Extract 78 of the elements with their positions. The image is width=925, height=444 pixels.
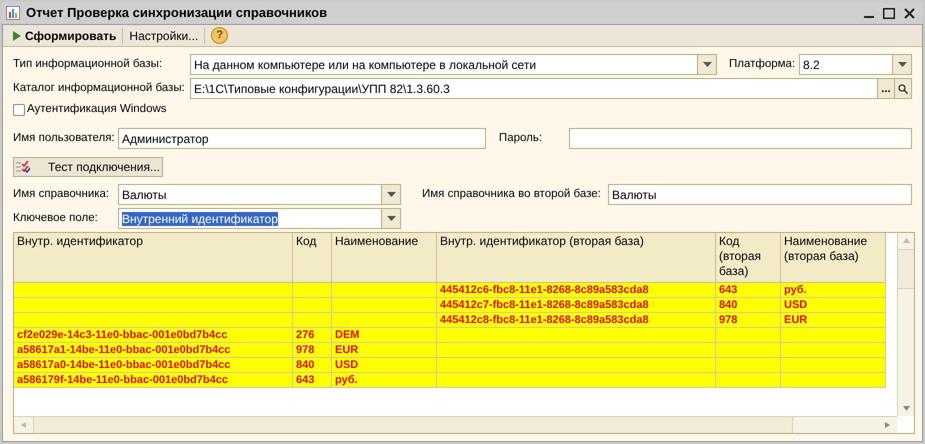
vertical-scrollbar[interactable] [897,233,914,416]
table-cell: USD [332,358,437,372]
table-cell: 445412c7-fbc8-11e1-8268-8c89a583cda8 [437,298,716,312]
settings-button[interactable]: Настройки... [127,26,200,44]
catalog-second-field[interactable]: Валюты [608,184,912,205]
table-cell: 643 [293,373,332,387]
table-cell: 445412c8-fbc8-11e1-8268-8c89a583cda8 [437,313,716,327]
scroll-thumb[interactable] [898,249,914,289]
table-cell: 978 [293,343,332,357]
field-value: Валюты [121,186,168,204]
dropdown-button[interactable] [381,185,400,204]
table-cell: 978 [716,313,781,327]
window-title: Отчет Проверка синхронизации справочников [26,4,328,22]
search-button[interactable] [894,79,911,98]
table-cell: 840 [293,358,332,372]
path-field[interactable]: E:\1C\Типовые конфигурации\УПП 82\1.3.60.3 ... [190,78,912,99]
table-cell: 643 [716,283,781,297]
column-header[interactable]: Внутр. идентификатор [14,233,293,282]
report-icon [6,6,20,20]
field-value: Внутренний идентификатор [121,210,279,228]
play-icon [13,30,21,40]
field-value: E:\1C\Типовые конфигурации\УПП 82\1.3.60.3 [193,80,451,98]
user-field[interactable]: Администратор [118,128,486,149]
field-label: Имя пользователя: [13,130,116,146]
scroll-thumb[interactable] [33,417,793,433]
table-cell: руб. [781,283,886,297]
table-cell: EUR [781,313,886,327]
field-value: На данном компьютере или на компьютере в локальной сети [193,56,538,74]
generate-button[interactable]: Сформировать [11,26,118,44]
password-field[interactable] [568,128,912,149]
catalog-dropdown[interactable]: Валюты [118,184,401,205]
platform-dropdown[interactable]: 8.2 [799,54,912,75]
minimize-icon [864,16,874,18]
column-header[interactable]: Наименование [332,233,437,282]
db-type-dropdown[interactable]: На данном компьютере или на компьютере в локальной сети [190,54,717,75]
table-cell: a586179f-14be-11e0-bbac-001e0bd7b4cc [14,373,293,387]
table-cell: DEM [332,328,437,342]
maximize-icon [883,8,895,18]
scroll-right-icon [885,422,890,428]
field-label: Пароль: [498,130,544,146]
field-value: 8.2 [802,56,821,74]
caret-icon [386,216,396,221]
dropdown-button[interactable] [892,55,911,74]
table-cell: 276 [293,328,332,342]
table-cell: 840 [716,298,781,312]
close-icon [904,8,914,18]
column-header[interactable]: Код [293,233,332,282]
table-cell: cf2e029e-14c3-11e0-bbac-001e0bd7b4cc [14,328,293,342]
dropdown-button[interactable] [697,55,716,74]
checkbox[interactable] [13,104,25,116]
field-label: Каталог информационной базы: [13,80,186,96]
test-connection-button[interactable]: Тест подключения... [13,157,163,177]
table-cell: EUR [332,343,437,357]
horizontal-scrollbar[interactable] [14,416,897,433]
field-label: Аутентификация Windows [27,102,167,118]
scroll-left-icon [21,422,26,428]
table-cell: USD [781,298,886,312]
field-label: Тип информационной базы: [13,56,164,72]
field-label: Имя справочника во второй базе: [422,186,602,202]
table-cell: a58617a1-14be-11e0-bbac-001e0bd7b4cc [14,343,293,357]
dropdown-button[interactable] [381,209,400,228]
column-header[interactable]: Код (вторая база) [716,233,781,282]
key-field-dropdown[interactable]: Внутренний идентификатор [118,208,401,229]
caret-icon [702,62,712,67]
checklist-icon [16,161,30,173]
caret-icon [386,192,396,197]
table-cell: a58617a0-14be-11e0-bbac-001e0bd7b4cc [14,358,293,372]
table-cell: руб. [332,373,437,387]
caret-icon [898,62,906,67]
column-header[interactable]: Наименование (вторая база) [781,233,886,282]
field-label: Ключевое поле: [13,210,99,226]
browse-button[interactable]: ... [877,79,894,98]
column-header[interactable]: Внутр. идентификатор (вторая база) [437,233,716,282]
field-label: Имя справочника: [13,186,110,202]
field-label: Платформа: [729,56,796,72]
help-button[interactable]: ? [211,27,228,44]
search-icon [898,84,908,94]
table-cell: 445412c6-fbc8-11e1-8268-8c89a583cda8 [437,283,716,297]
